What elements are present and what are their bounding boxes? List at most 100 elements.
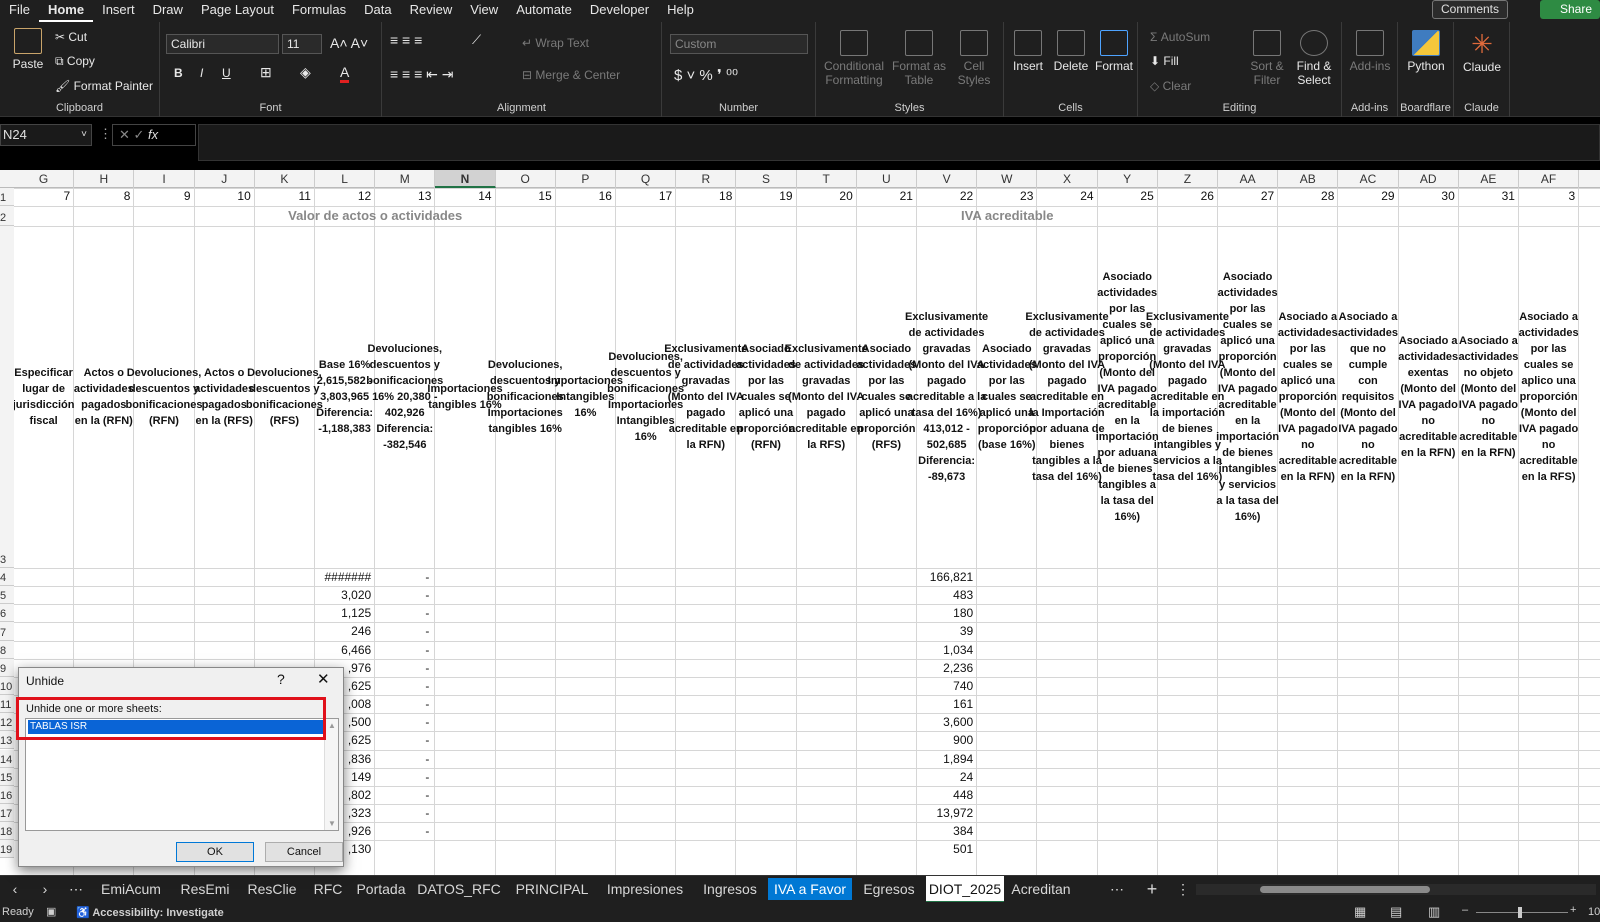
cell-m-value[interactable]: - (375, 750, 435, 768)
help-icon[interactable]: ? (277, 671, 285, 687)
field-number-cell[interactable]: 30 (1399, 189, 1454, 203)
field-number-cell[interactable]: 31 (1459, 189, 1515, 203)
row-header-11[interactable]: 11 (0, 695, 14, 714)
cell-v-value[interactable]: 1,894 (917, 750, 973, 768)
format-painter-button[interactable]: 🖌 Format Painter (55, 79, 153, 93)
cell-m-value[interactable]: - (375, 768, 435, 786)
field-number-cell[interactable]: 28 (1278, 189, 1334, 203)
row-header-3[interactable]: 3 (0, 226, 14, 568)
tab-egresos[interactable]: Egresos (854, 876, 924, 903)
cell-m-value[interactable]: - (375, 677, 435, 695)
cell-m-value[interactable]: - (375, 622, 435, 640)
column-header-ab[interactable]: AB (1278, 170, 1339, 188)
row-header-17[interactable]: 17 (0, 803, 14, 823)
menu-draw[interactable]: Draw (144, 0, 192, 22)
zoom-in-icon[interactable]: + (1570, 904, 1576, 916)
cell-v-value[interactable]: 384 (917, 822, 973, 840)
menu-review[interactable]: Review (401, 0, 462, 22)
column-title-cell[interactable]: Actos o actividades pagados en la (RFN) (74, 228, 134, 566)
field-number-cell[interactable]: 3 (1519, 189, 1576, 203)
field-number-cell[interactable]: 21 (857, 189, 913, 203)
tab-impresiones[interactable]: Impresiones (598, 876, 692, 903)
row-header-12[interactable]: 12 (0, 713, 14, 732)
fill-button[interactable]: ⬇ Fill (1150, 54, 1179, 68)
formula-input[interactable] (198, 124, 1600, 161)
row-header-7[interactable]: 7 (0, 622, 14, 641)
copy-button[interactable]: ⧉ Copy (55, 54, 95, 69)
column-header-l[interactable]: L (315, 170, 376, 188)
tab-iva-a-favor[interactable]: IVA a Favor (768, 878, 852, 900)
column-header-t[interactable]: T (797, 170, 857, 188)
close-icon[interactable]: ✕ (317, 670, 330, 688)
menu-view[interactable]: View (461, 0, 507, 22)
horizontal-scrollbar[interactable] (1196, 884, 1596, 895)
cell-m-value[interactable]: - (375, 731, 435, 749)
field-number-cell[interactable]: 14 (435, 189, 491, 203)
menu-data[interactable]: Data (355, 0, 400, 22)
column-title-cell[interactable]: Exclusivamente de actividades gravadas (… (905, 228, 988, 566)
column-title-cell[interactable]: Devoluciones, descuentos y bonificacione… (125, 228, 202, 566)
insert-function-icon[interactable]: fx (148, 127, 158, 142)
field-number-cell[interactable]: 13 (375, 189, 431, 203)
zoom-slider-thumb[interactable] (1518, 907, 1522, 918)
scroll-up-icon[interactable]: ▲ (328, 721, 336, 730)
borders-icon[interactable]: ⊞ (260, 64, 272, 81)
cell-v-value[interactable]: 39 (917, 622, 973, 640)
scrollbar-thumb[interactable] (1260, 886, 1430, 893)
field-number-cell[interactable]: 8 (74, 189, 131, 203)
cell-l-value[interactable]: 3,020 (315, 586, 371, 604)
row-header-19[interactable]: 19 (0, 840, 14, 859)
tab-options-icon[interactable]: ⋮ (1176, 876, 1190, 903)
tab-resemi[interactable]: ResEmi (172, 876, 238, 903)
row-header-4[interactable]: 4 (0, 568, 14, 587)
column-header-q[interactable]: Q (616, 170, 677, 188)
cell-v-value[interactable]: 448 (917, 786, 973, 804)
paste-button[interactable]: Paste (8, 28, 48, 71)
cell-m-value[interactable]: - (375, 695, 435, 713)
row-header-16[interactable]: 16 (0, 785, 14, 804)
field-number-cell[interactable]: 17 (616, 189, 672, 203)
column-title-cell[interactable]: Importaciones tangibles 16% (427, 228, 502, 566)
field-number-cell[interactable]: 26 (1158, 189, 1214, 203)
field-number-cell[interactable]: 19 (736, 189, 792, 203)
prev-sheet-icon[interactable]: ‹ (6, 876, 24, 903)
find-select-button[interactable]: Find & Select (1290, 30, 1338, 87)
field-number-cell[interactable]: 27 (1218, 189, 1274, 203)
field-number-cell[interactable]: 25 (1098, 189, 1153, 203)
page-layout-view-icon[interactable]: ▤ (1390, 904, 1402, 920)
next-sheet-icon[interactable]: › (36, 876, 54, 903)
row-header-1[interactable]: 1 (0, 188, 14, 206)
delete-cells-button[interactable]: Delete (1050, 30, 1092, 73)
format-cells-button[interactable]: Format (1092, 30, 1136, 73)
scroll-down-icon[interactable]: ▼ (328, 819, 336, 828)
row-header-15[interactable]: 15 (0, 767, 14, 786)
cell-v-value[interactable]: 24 (917, 768, 973, 786)
field-number-cell[interactable]: 22 (917, 189, 973, 203)
cancel-button[interactable]: Cancel (265, 842, 343, 862)
column-title-cell[interactable]: Especificar lugar de jurisdicción fiscal (13, 228, 75, 566)
enter-icon[interactable]: ✓ (134, 127, 149, 142)
column-title-cell[interactable]: Devoluciones, descuentos y bonificacione… (487, 228, 564, 566)
field-number-cell[interactable]: 10 (195, 189, 250, 203)
cell-m-value[interactable]: - (375, 713, 435, 731)
row-header-8[interactable]: 8 (0, 640, 14, 659)
grow-font-icon[interactable]: A˄ A˅ (330, 35, 368, 51)
column-title-cell[interactable]: Asociado a actividades por las cuales se… (1278, 228, 1338, 566)
menu-home[interactable]: Home (38, 0, 94, 22)
claude-button[interactable]: ✳ Claude (1458, 30, 1506, 74)
row-header-10[interactable]: 10 (0, 676, 14, 696)
field-number-cell[interactable]: 12 (315, 189, 371, 203)
field-number-cell[interactable]: 24 (1037, 189, 1093, 203)
column-header-af[interactable]: AF (1519, 170, 1580, 188)
cell-v-value[interactable]: 180 (917, 604, 973, 622)
field-number-cell[interactable]: 20 (797, 189, 852, 203)
field-number-cell[interactable]: 15 (496, 189, 551, 203)
column-title-cell[interactable]: Base 16% 2,615,582 - 3,803,965 Diferenci… (316, 228, 373, 566)
column-title-cell[interactable]: Actos o actividades pagados en la (RFS) (194, 228, 254, 566)
column-header-aa[interactable]: AA (1218, 170, 1279, 188)
align-left-icon[interactable]: ≡ ≡ ≡ ⇤ ⇥ (390, 66, 454, 83)
cancel-icon[interactable]: ✕ (119, 127, 134, 142)
column-header-ae[interactable]: AE (1459, 170, 1519, 188)
cell-styles-button[interactable]: Cell Styles (950, 30, 998, 87)
row-header-5[interactable]: 5 (0, 586, 14, 605)
